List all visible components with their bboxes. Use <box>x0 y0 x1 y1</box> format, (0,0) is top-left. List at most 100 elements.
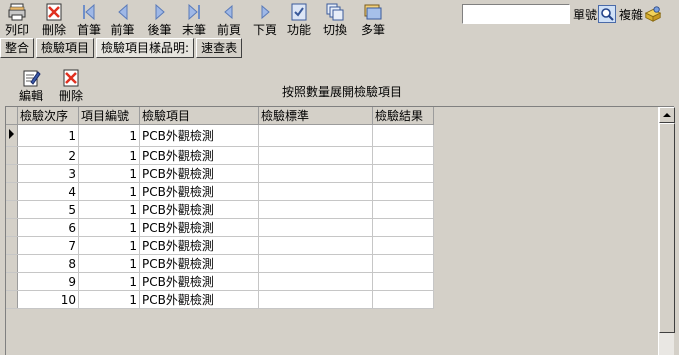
cell-standard[interactable] <box>258 254 373 273</box>
delete-button[interactable]: 刪除 <box>34 0 74 40</box>
cell-result[interactable] <box>372 290 434 309</box>
row-indicator[interactable] <box>6 124 18 147</box>
prev-page-button[interactable]: 前頁 <box>210 0 248 40</box>
table-row[interactable]: 3 1 PCB外觀檢測 <box>6 164 434 183</box>
cell-result[interactable] <box>372 272 434 291</box>
col-header-item[interactable]: 檢驗項目 <box>139 107 259 125</box>
col-header-seq[interactable]: 檢驗次序 <box>17 107 79 125</box>
vertical-scrollbar[interactable] <box>658 107 675 355</box>
cell-seq[interactable]: 9 <box>17 272 79 291</box>
cell-code[interactable]: 1 <box>78 200 140 219</box>
cell-item[interactable]: PCB外觀檢測 <box>139 290 259 309</box>
table-row[interactable]: 10 1 PCB外觀檢測 <box>6 290 434 309</box>
tab-quick-lookup[interactable]: 速查表 <box>196 38 243 58</box>
tab-integrate[interactable]: 整合 <box>0 38 35 58</box>
search-icon[interactable] <box>598 5 617 23</box>
cell-item[interactable]: PCB外觀檢測 <box>139 218 259 237</box>
cell-standard[interactable] <box>258 272 373 291</box>
tab-inspection-sample-detail[interactable]: 檢驗項目樣品明: <box>96 38 195 58</box>
row-indicator[interactable] <box>6 290 18 309</box>
print-button[interactable]: 列印 <box>0 0 34 40</box>
copy-icon[interactable] <box>644 5 662 23</box>
cell-seq[interactable]: 1 <box>17 124 79 147</box>
cell-code[interactable]: 1 <box>78 124 140 147</box>
cell-item[interactable]: PCB外觀檢測 <box>139 254 259 273</box>
next-page-button[interactable]: 下頁 <box>248 0 282 40</box>
doc-number-input[interactable] <box>462 4 570 24</box>
row-indicator[interactable] <box>6 182 18 201</box>
cell-result[interactable] <box>372 182 434 201</box>
cell-code[interactable]: 1 <box>78 290 140 309</box>
table-row[interactable]: 4 1 PCB外觀檢測 <box>6 182 434 201</box>
switch-icon <box>325 2 345 22</box>
cell-item[interactable]: PCB外觀檢測 <box>139 164 259 183</box>
cell-standard[interactable] <box>258 146 373 165</box>
cell-code[interactable]: 1 <box>78 272 140 291</box>
copy-label: 複雜 <box>619 7 644 22</box>
cell-item[interactable]: PCB外觀檢測 <box>139 200 259 219</box>
inspection-grid[interactable]: 檢驗次序 項目編號 檢驗項目 檢驗標準 檢驗結果 1 1 PCB外觀檢測 2 1 PCB外… <box>5 106 675 355</box>
cell-seq[interactable]: 6 <box>17 218 79 237</box>
scroll-up-button[interactable] <box>659 107 675 123</box>
cell-result[interactable] <box>372 236 434 255</box>
row-indicator[interactable] <box>6 254 18 273</box>
row-indicator[interactable] <box>6 164 18 183</box>
row-indicator[interactable] <box>6 218 18 237</box>
switch-button[interactable]: 切換 <box>316 0 354 40</box>
cell-result[interactable] <box>372 200 434 219</box>
row-indicator[interactable] <box>6 200 18 219</box>
cell-code[interactable]: 1 <box>78 236 140 255</box>
cell-standard[interactable] <box>258 164 373 183</box>
inspection-table: 檢驗次序 項目編號 檢驗項目 檢驗標準 檢驗結果 1 1 PCB外觀檢測 2 1 PCB外… <box>6 107 434 309</box>
cell-seq[interactable]: 7 <box>17 236 79 255</box>
cell-standard[interactable] <box>258 218 373 237</box>
prev-record-button[interactable]: 前筆 <box>104 0 141 40</box>
cell-seq[interactable]: 5 <box>17 200 79 219</box>
cell-seq[interactable]: 2 <box>17 146 79 165</box>
col-header-result[interactable]: 檢驗結果 <box>372 107 434 125</box>
cell-result[interactable] <box>372 164 434 183</box>
function-button[interactable]: 功能 <box>282 0 316 40</box>
col-header-standard[interactable]: 檢驗標準 <box>258 107 373 125</box>
cell-item[interactable]: PCB外觀檢測 <box>139 182 259 201</box>
cell-result[interactable] <box>372 254 434 273</box>
table-row[interactable]: 8 1 PCB外觀檢測 <box>6 254 434 273</box>
cell-code[interactable]: 1 <box>78 254 140 273</box>
tab-inspection-items[interactable]: 檢驗項目 <box>36 38 95 58</box>
scroll-thumb[interactable] <box>659 123 675 333</box>
row-indicator[interactable] <box>6 236 18 255</box>
cell-result[interactable] <box>372 146 434 165</box>
cell-code[interactable]: 1 <box>78 182 140 201</box>
last-record-button[interactable]: 末筆 <box>178 0 210 40</box>
cell-code[interactable]: 1 <box>78 164 140 183</box>
cell-standard[interactable] <box>258 290 373 309</box>
cell-item[interactable]: PCB外觀檢測 <box>139 124 259 147</box>
cell-seq[interactable]: 8 <box>17 254 79 273</box>
cell-standard[interactable] <box>258 200 373 219</box>
cell-seq[interactable]: 3 <box>17 164 79 183</box>
cell-standard[interactable] <box>258 124 373 147</box>
row-indicator[interactable] <box>6 272 18 291</box>
col-header-code[interactable]: 項目編號 <box>78 107 140 125</box>
table-row[interactable]: 6 1 PCB外觀檢測 <box>6 218 434 237</box>
cell-item[interactable]: PCB外觀檢測 <box>139 146 259 165</box>
table-row[interactable]: 5 1 PCB外觀檢測 <box>6 200 434 219</box>
table-row[interactable]: 7 1 PCB外觀檢測 <box>6 236 434 255</box>
cell-standard[interactable] <box>258 182 373 201</box>
row-indicator[interactable] <box>6 146 18 165</box>
cell-standard[interactable] <box>258 236 373 255</box>
table-row[interactable]: 2 1 PCB外觀檢測 <box>6 146 434 165</box>
cell-code[interactable]: 1 <box>78 218 140 237</box>
first-record-button[interactable]: 首筆 <box>74 0 104 40</box>
cell-code[interactable]: 1 <box>78 146 140 165</box>
cell-item[interactable]: PCB外觀檢測 <box>139 236 259 255</box>
cell-seq[interactable]: 10 <box>17 290 79 309</box>
cell-item[interactable]: PCB外觀檢測 <box>139 272 259 291</box>
table-row[interactable]: 9 1 PCB外觀檢測 <box>6 272 434 291</box>
next-record-button[interactable]: 後筆 <box>141 0 178 40</box>
cell-result[interactable] <box>372 124 434 147</box>
multi-record-button[interactable]: 多筆 <box>354 0 392 40</box>
cell-seq[interactable]: 4 <box>17 182 79 201</box>
table-row[interactable]: 1 1 PCB外觀檢測 <box>6 124 434 147</box>
cell-result[interactable] <box>372 218 434 237</box>
